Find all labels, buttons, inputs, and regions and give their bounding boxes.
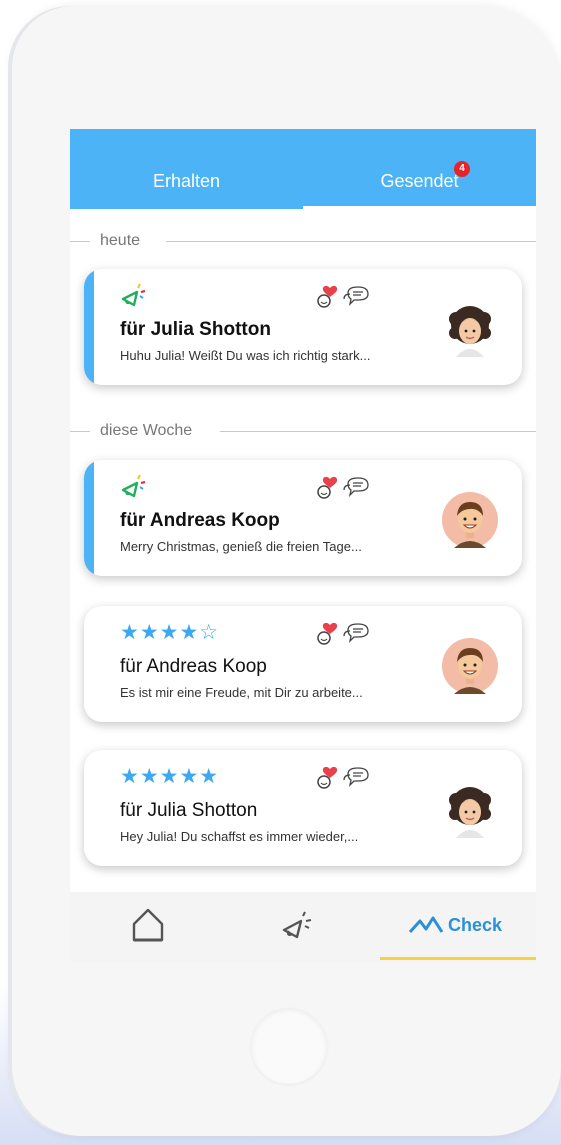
star-rating: ★★★★★ bbox=[120, 765, 220, 788]
home-icon[interactable] bbox=[130, 906, 166, 944]
app-screen: Erhalten Gesendet 4 heute für Julia Shot… bbox=[70, 129, 536, 961]
kudos-icon bbox=[121, 474, 146, 498]
julia-avatar bbox=[449, 306, 491, 357]
andreas-avatar bbox=[442, 638, 498, 694]
feedback-card[interactable]: für Julia Shotton Huhu Julia! Weißt Du w… bbox=[84, 269, 522, 385]
julia-avatar bbox=[449, 787, 491, 838]
divider bbox=[70, 431, 90, 432]
device-home-button[interactable] bbox=[251, 1008, 327, 1084]
active-tab-indicator bbox=[303, 206, 536, 209]
phone-frame: Erhalten Gesendet 4 heute für Julia Shot… bbox=[12, 6, 561, 1136]
divider bbox=[166, 241, 536, 242]
unread-badge: 4 bbox=[454, 161, 470, 177]
nav-check[interactable]: Check bbox=[408, 914, 508, 942]
recipient-name: für Andreas Koop bbox=[120, 656, 267, 677]
active-nav-indicator bbox=[380, 957, 536, 960]
highlight-bar bbox=[84, 269, 94, 385]
recipient-name: für Julia Shotton bbox=[120, 800, 258, 821]
section-header-diese-woche: diese Woche bbox=[70, 421, 536, 441]
feedback-card[interactable]: ★★★★☆ für Andreas Koop Es ist mir eine F… bbox=[84, 606, 522, 722]
highlight-bar bbox=[84, 460, 94, 576]
star-rating: ★★★★☆ bbox=[120, 621, 220, 644]
feedback-card[interactable]: für Andreas Koop Merry Christmas, genieß… bbox=[84, 460, 522, 576]
section-header-heute: heute bbox=[70, 231, 536, 251]
message-preview: Hey Julia! Du schaffst es immer wieder,.… bbox=[120, 829, 359, 844]
message-preview: Huhu Julia! Weißt Du was ich richtig sta… bbox=[120, 348, 371, 363]
andreas-avatar bbox=[442, 492, 498, 548]
pulse-icon bbox=[408, 916, 444, 934]
kudos-icon[interactable] bbox=[280, 910, 314, 942]
tab-erhalten[interactable]: Erhalten bbox=[70, 129, 303, 209]
message-preview: Merry Christmas, genieß die freien Tage.… bbox=[120, 539, 362, 554]
recipient-name: für Julia Shotton bbox=[120, 319, 271, 340]
tab-bar: Erhalten Gesendet 4 bbox=[70, 129, 536, 209]
bottom-navigation: Check bbox=[70, 892, 536, 961]
tab-gesendet[interactable]: Gesendet bbox=[303, 129, 536, 209]
recipient-name: für Andreas Koop bbox=[120, 510, 280, 531]
reaction-icons[interactable] bbox=[312, 474, 372, 502]
reaction-icons[interactable] bbox=[312, 620, 372, 648]
nav-check-label: Check bbox=[448, 914, 503, 935]
section-label: diese Woche bbox=[100, 421, 203, 441]
divider bbox=[70, 241, 90, 242]
divider bbox=[220, 431, 536, 432]
message-preview: Es ist mir eine Freude, mit Dir zu arbei… bbox=[120, 685, 363, 700]
feedback-card[interactable]: ★★★★★ für Julia Shotton Hey Julia! Du sc… bbox=[84, 750, 522, 866]
section-label: heute bbox=[100, 231, 151, 251]
reaction-icons[interactable] bbox=[312, 764, 372, 792]
kudos-icon bbox=[121, 283, 146, 307]
reaction-icons[interactable] bbox=[312, 283, 372, 311]
